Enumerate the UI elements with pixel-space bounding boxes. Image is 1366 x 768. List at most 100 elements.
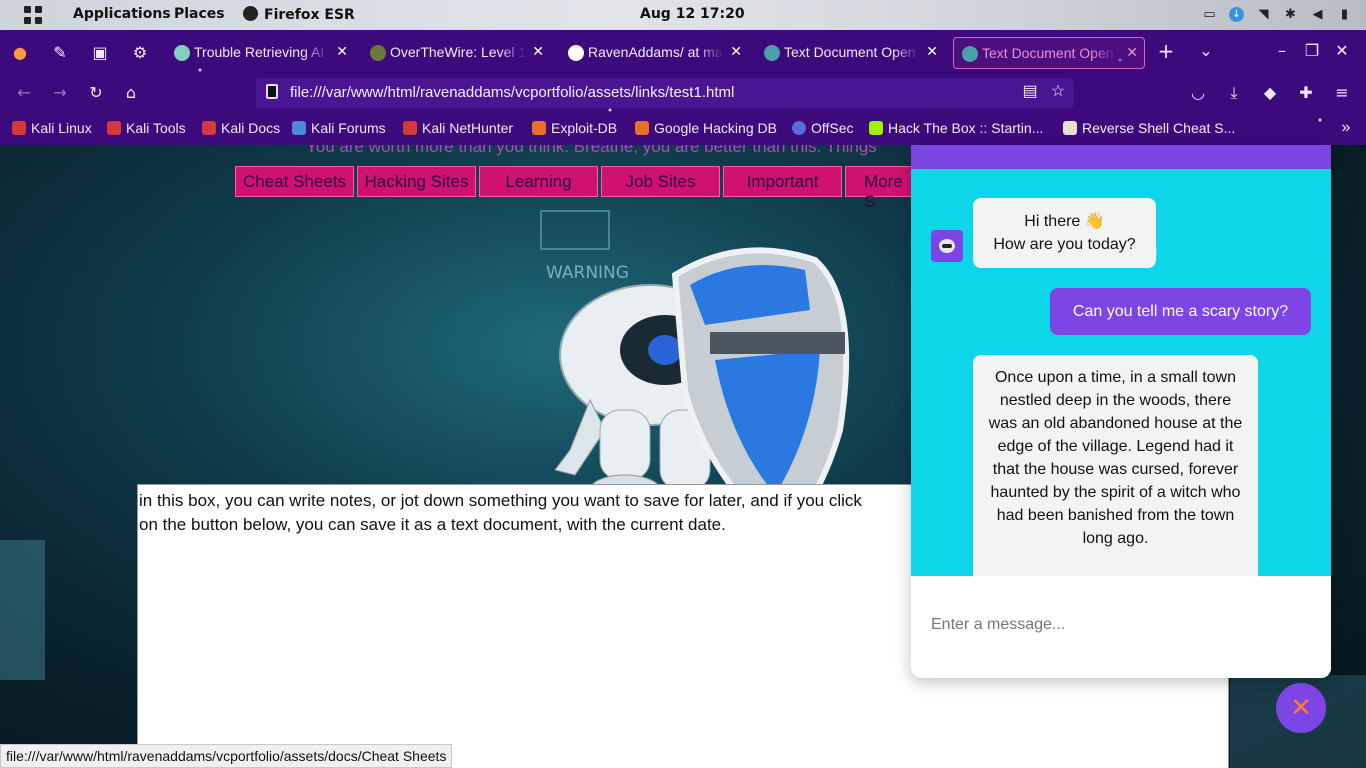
bookmark-offsec[interactable]: OffSec [792, 120, 854, 136]
tab-trouble-retrieving[interactable]: Trouble Retrieving AI ✕ [166, 37, 354, 69]
close-window-icon[interactable]: ✕ [1332, 42, 1352, 62]
places-menu[interactable]: Places [174, 6, 225, 22]
chat-message-bot: Hi there 👋 How are you today? [973, 198, 1156, 268]
bookmark-label: Kali Forums [311, 120, 386, 136]
tab-title: OverTheWire: Level 1 [390, 44, 526, 60]
nav-bar: ← → ↻ ⌂ file:///var/www/html/ravenaddams… [0, 74, 1366, 114]
top-panel: Applications Places Firefox ESR Aug 12 1… [0, 0, 1366, 30]
openai-favicon-icon [174, 45, 190, 61]
reader-view-icon[interactable]: ▤ [1020, 83, 1040, 103]
bookmark-kali-tools[interactable]: Kali Tools [107, 120, 186, 136]
bookmark-label: OffSec [811, 120, 854, 136]
bookmark-exploit-db[interactable]: Exploit-DB [532, 120, 617, 136]
bookmark-kali-docs[interactable]: Kali Docs [202, 120, 280, 136]
bookmark-label: Kali Tools [126, 120, 186, 136]
url-bar[interactable]: file:///var/www/html/ravenaddams/vcportf… [256, 78, 1074, 108]
globe-favicon-icon [962, 46, 978, 62]
url-text: file:///var/www/html/ravenaddams/vcportf… [290, 84, 735, 101]
kali-icon [107, 121, 121, 135]
active-app-label: Firefox ESR [264, 7, 355, 23]
updates-icon[interactable]: ↓ [1229, 7, 1244, 22]
forward-icon[interactable]: → [50, 84, 70, 104]
page-info-icon[interactable] [266, 84, 278, 99]
nav-job-sites[interactable]: Job Sites [601, 166, 720, 197]
bookmark-label: Reverse Shell Cheat S... [1082, 120, 1236, 136]
settings-gear-icon[interactable]: ⚙ [130, 44, 150, 64]
battery-icon[interactable]: ▮ [1337, 7, 1352, 22]
list-tabs-chevron-icon[interactable]: ⌄ [1196, 42, 1216, 62]
bookmark-label: Kali Docs [221, 120, 281, 136]
bookmark-label: Exploit-DB [551, 120, 618, 136]
bluetooth-icon[interactable]: ✱ [1283, 7, 1298, 22]
hackthebox-icon [869, 121, 883, 135]
pocket-list-icon[interactable]: ▣ [90, 44, 110, 64]
overthewire-favicon-icon [370, 45, 386, 61]
minimize-icon[interactable]: – [1272, 42, 1292, 62]
tab-text-document-1[interactable]: Text Document Open ✕ [756, 37, 944, 69]
bookmark-star-icon[interactable]: ☆ [1048, 83, 1068, 103]
extension-icon[interactable]: ◆ [1260, 84, 1280, 104]
close-tab-icon[interactable]: ✕ [730, 43, 742, 60]
nav-more[interactable]: More S [845, 166, 915, 211]
chat-message-input[interactable]: Enter a message... [911, 576, 1331, 678]
nav-cheat-sheets[interactable]: Cheat Sheets [235, 166, 354, 197]
close-tab-icon[interactable]: ✕ [926, 43, 938, 60]
wifi-icon[interactable]: ◥ [1256, 7, 1271, 22]
status-bar-link: file:///var/www/html/ravenaddams/vcportf… [0, 744, 453, 768]
chat-message-user: Can you tell me a scary story? [1050, 288, 1311, 335]
app-grid-icon[interactable] [24, 6, 42, 24]
tab-overthewire[interactable]: OverTheWire: Level 1 ✕ [362, 37, 550, 69]
tab-text-document-active[interactable]: Text Document Open ✕ [953, 37, 1145, 69]
back-icon[interactable]: ← [14, 84, 34, 104]
close-tab-icon[interactable]: ✕ [1126, 44, 1138, 61]
exploit-db-icon [635, 121, 649, 135]
clock[interactable]: Aug 12 17:20 [640, 6, 745, 22]
bookmark-kali-linux[interactable]: Kali Linux [12, 120, 92, 136]
more-bookmarks-chevron-icon[interactable]: » [1336, 119, 1356, 139]
bookmark-kali-forums[interactable]: Kali Forums [292, 120, 386, 136]
bookmark-hack-the-box[interactable]: Hack The Box :: Startin... [869, 120, 1043, 136]
hamburger-menu-icon[interactable]: ≡ [1332, 84, 1352, 104]
applications-menu[interactable]: Applications [73, 6, 171, 22]
bookmark-google-hacking-db[interactable]: Google Hacking DB [635, 120, 777, 136]
kali-icon [12, 121, 26, 135]
active-app-menu[interactable]: Firefox ESR [243, 6, 355, 23]
home-icon[interactable]: ⌂ [121, 84, 141, 104]
tab-title: Text Document Open [784, 44, 916, 60]
close-tab-icon[interactable]: ✕ [336, 43, 348, 60]
kali-docs-icon [202, 121, 216, 135]
nav-hacking-sites[interactable]: Hacking Sites [357, 166, 476, 197]
wrench-icon[interactable]: ✎ [50, 44, 70, 64]
reload-icon[interactable]: ↻ [86, 84, 106, 104]
nav-important[interactable]: Important [723, 166, 842, 197]
screenshot-icon[interactable]: ▭ [1202, 7, 1217, 22]
globe-favicon-icon [764, 45, 780, 61]
github-favicon-icon [568, 45, 584, 61]
tab-title: Trouble Retrieving AI [194, 44, 325, 60]
exploit-db-icon [532, 121, 546, 135]
pocket-icon[interactable]: ◡ [1188, 84, 1208, 104]
close-tab-icon[interactable]: ✕ [532, 43, 544, 60]
bookmark-reverse-shell[interactable]: Reverse Shell Cheat S... [1063, 120, 1235, 136]
kali-forums-icon [292, 121, 306, 135]
bookmarks-toolbar: Kali Linux Kali Tools Kali Docs Kali For… [0, 116, 1366, 142]
bot-avatar-icon [931, 230, 963, 262]
kali-icon [403, 121, 417, 135]
tab-github-ravenaddams[interactable]: RavenAddams/ at main ✕ [560, 37, 748, 69]
volume-icon[interactable]: ◀ [1310, 7, 1325, 22]
nav-learning[interactable]: Learning [479, 166, 598, 197]
bookmark-kali-nethunter[interactable]: Kali NetHunter [403, 120, 513, 136]
new-tab-icon[interactable]: + [1156, 41, 1176, 62]
chat-header [911, 145, 1331, 169]
firefox-icon [243, 6, 258, 21]
restore-icon[interactable]: ❐ [1302, 42, 1322, 62]
coffee-icon [1063, 121, 1077, 135]
tab-title: RavenAddams/ at main [588, 44, 724, 60]
scrolling-quote: You are worth more than you think. Breat… [306, 145, 877, 156]
close-icon[interactable]: ✕ [1276, 683, 1326, 733]
extensions-puzzle-icon[interactable]: ✚ [1296, 84, 1316, 104]
offsec-icon [792, 121, 806, 135]
downloads-icon[interactable]: ⤓ [1224, 84, 1244, 104]
bookmark-label: Hack The Box :: Startin... [888, 120, 1044, 136]
firefox-view-icon[interactable]: ● [10, 44, 30, 64]
